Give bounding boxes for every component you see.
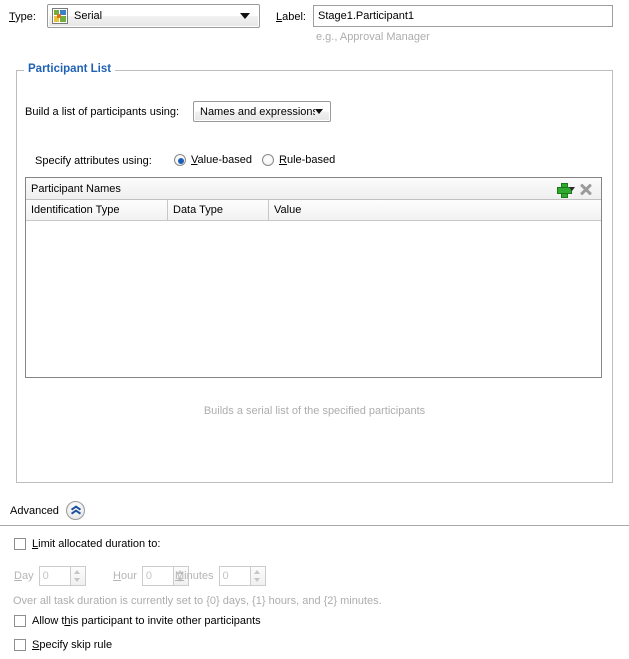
column-header-identification-type[interactable]: Identification Type xyxy=(26,200,168,220)
specify-attributes-label: Specify attributes using: xyxy=(35,155,152,167)
duration-minutes-group: Minutes xyxy=(175,566,266,586)
table-toolbar: Participant Names xyxy=(26,178,601,200)
participant-list-title: Participant List xyxy=(24,63,116,75)
duration-day-spinner[interactable] xyxy=(38,566,86,586)
type-dropdown-value: Serial xyxy=(74,10,103,22)
duration-day-label: Day xyxy=(14,570,34,582)
advanced-section-label: Advanced xyxy=(10,505,59,517)
radio-indicator xyxy=(262,154,274,166)
duration-hour-input[interactable] xyxy=(141,566,174,586)
radio-value-based[interactable]: Value-based xyxy=(174,154,252,166)
label-field-label: Label: xyxy=(276,11,306,23)
column-header-data-type[interactable]: Data Type xyxy=(168,200,269,220)
participant-names-table: Participant Names Identification Type Da… xyxy=(25,177,602,378)
stepper-up-icon[interactable] xyxy=(71,567,85,576)
duration-minutes-spinner[interactable] xyxy=(218,566,266,586)
radio-value-based-label: Value-based xyxy=(191,154,252,166)
chevron-down-icon xyxy=(569,187,575,191)
checkbox-indicator xyxy=(14,538,26,550)
label-example-hint: e.g., Approval Manager xyxy=(316,31,430,43)
serial-flow-icon xyxy=(52,8,68,24)
duration-hour-label: Hour xyxy=(113,570,137,582)
advanced-divider xyxy=(0,525,629,526)
delete-participant-button[interactable] xyxy=(577,180,595,198)
checkbox-indicator xyxy=(14,615,26,627)
checkbox-specify-skip-rule[interactable]: Specify skip rule xyxy=(14,639,112,651)
checkbox-allow-invite-label: Allow this participant to invite other p… xyxy=(32,615,261,627)
participant-configuration-panel: Type: Serial Label: e.g., Approval Manag… xyxy=(0,0,629,659)
stepper-down-icon[interactable] xyxy=(251,576,265,585)
type-dropdown[interactable]: Serial xyxy=(47,4,260,28)
build-list-label: Build a list of participants using: xyxy=(25,106,180,118)
checkbox-specify-skip-rule-label: Specify skip rule xyxy=(32,639,113,651)
table-body-empty[interactable] xyxy=(26,221,601,376)
checkbox-limit-duration[interactable]: Limit allocated duration to: xyxy=(14,538,160,550)
table-toolbar-actions xyxy=(555,180,595,198)
duration-minutes-input[interactable] xyxy=(218,566,251,586)
column-header-value[interactable]: Value xyxy=(269,200,601,220)
chevron-down-icon xyxy=(315,109,323,114)
build-list-dropdown-value: Names and expressions xyxy=(200,105,315,118)
participant-list-footer-hint: Builds a serial list of the specified pa… xyxy=(203,405,426,417)
duration-minutes-stepper[interactable] xyxy=(250,566,266,586)
chevron-down-icon xyxy=(240,13,250,19)
duration-day-input[interactable] xyxy=(38,566,71,586)
radio-rule-based-label: Rule-based xyxy=(279,154,336,166)
build-list-dropdown[interactable]: Names and expressions xyxy=(193,101,331,122)
type-field-label: Type: xyxy=(9,11,36,23)
add-participant-button[interactable] xyxy=(555,180,575,198)
table-toolbar-title: Participant Names xyxy=(31,182,121,195)
label-input[interactable] xyxy=(313,5,613,27)
duration-day-group: Day xyxy=(14,566,86,586)
delete-x-icon xyxy=(579,183,593,196)
stepper-up-icon[interactable] xyxy=(251,567,265,576)
collapse-chevron-up-icon xyxy=(71,511,81,515)
duration-day-stepper[interactable] xyxy=(70,566,86,586)
checkbox-allow-invite[interactable]: Allow this participant to invite other p… xyxy=(14,615,261,627)
table-column-headers: Identification Type Data Type Value xyxy=(26,200,601,221)
stepper-down-icon[interactable] xyxy=(71,576,85,585)
checkbox-limit-duration-label: Limit allocated duration to: xyxy=(32,538,161,550)
type-row: Type: Serial Label: e.g., Approval Manag… xyxy=(0,0,629,43)
radio-indicator xyxy=(174,154,186,166)
checkbox-indicator xyxy=(14,639,26,651)
advanced-collapse-toggle[interactable] xyxy=(66,501,85,520)
duration-minutes-label: Minutes xyxy=(175,570,214,582)
duration-summary-hint: Over all task duration is currently set … xyxy=(13,595,382,607)
radio-rule-based[interactable]: Rule-based xyxy=(262,154,335,166)
